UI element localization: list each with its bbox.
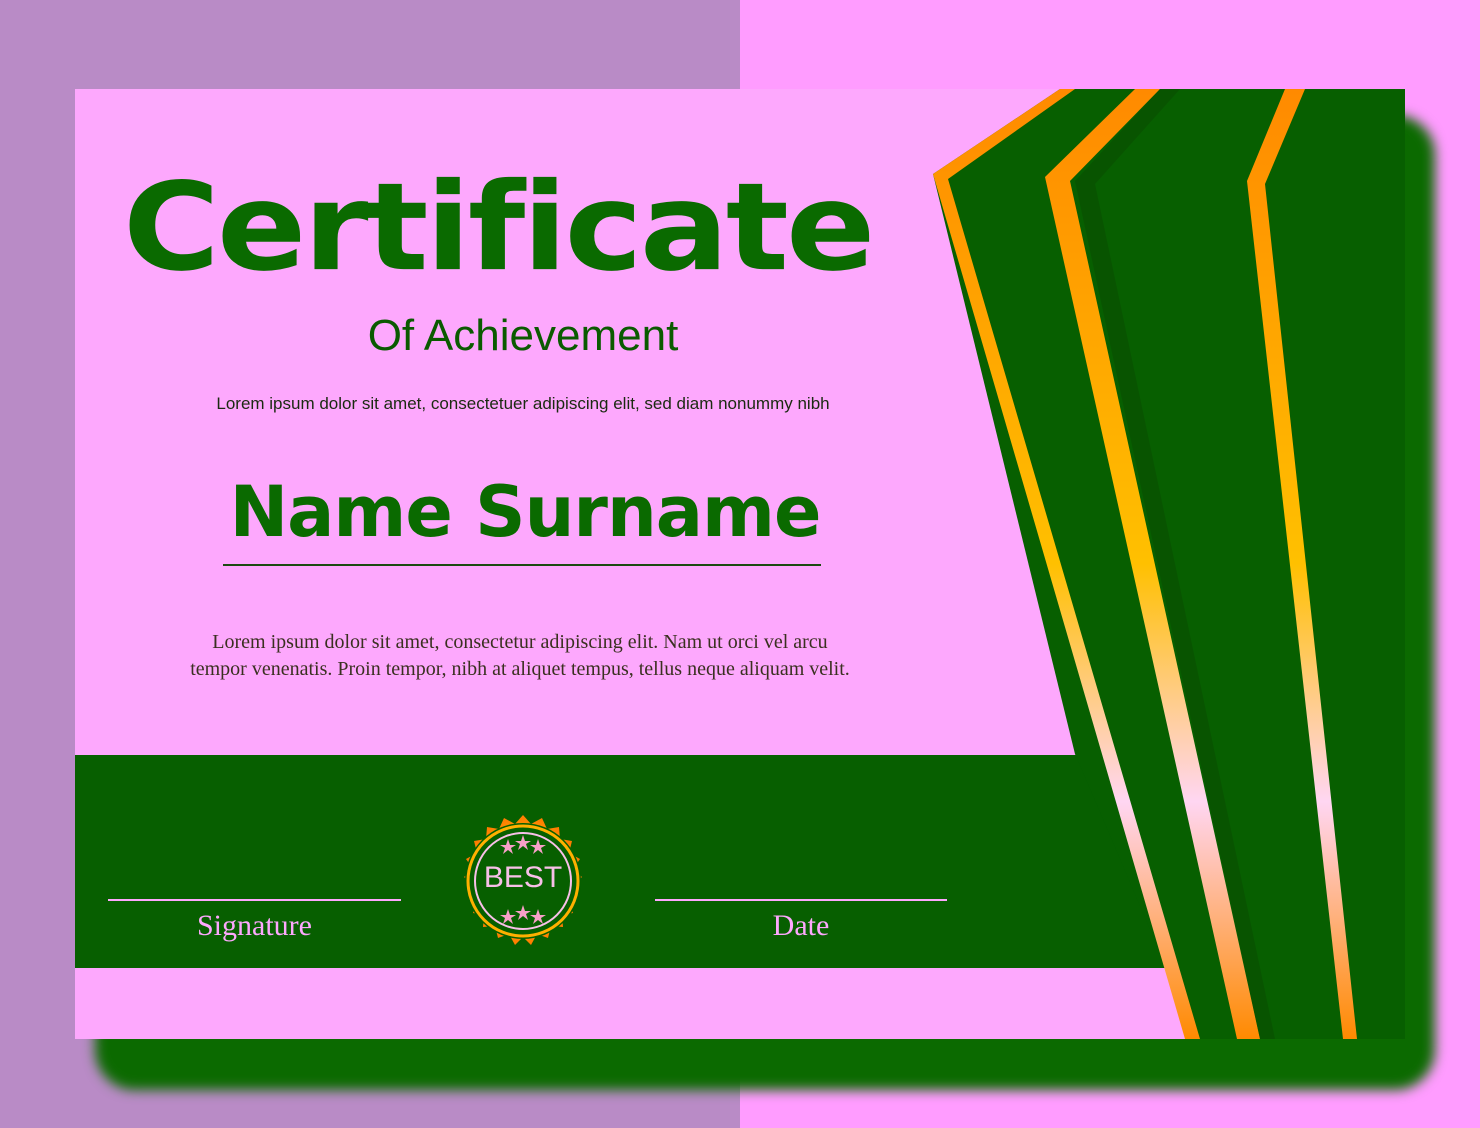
certificate-title: Certificate — [123, 156, 875, 299]
name-underline — [223, 564, 821, 566]
certificate-card: Certificate Of Achievement Lorem ipsum d… — [75, 89, 1405, 1039]
date-label: Date — [772, 909, 830, 942]
intro-text: Lorem ipsum dolor sit amet, consectetuer… — [216, 394, 830, 413]
body-text-line: tempor venenatis. Proin tempor, nibh at … — [190, 658, 850, 680]
body-text-line: Lorem ipsum dolor sit amet, consectetur … — [212, 631, 828, 653]
seal-text: BEST — [483, 861, 563, 894]
body-text: Lorem ipsum dolor sit amet, consectetur … — [115, 629, 925, 683]
date-line — [655, 899, 947, 901]
signature-label: Signature — [197, 909, 312, 942]
certificate-subtitle: Of Achievement — [367, 311, 679, 360]
signature-line — [108, 899, 401, 901]
recipient-name[interactable]: Name Surname — [215, 477, 835, 547]
